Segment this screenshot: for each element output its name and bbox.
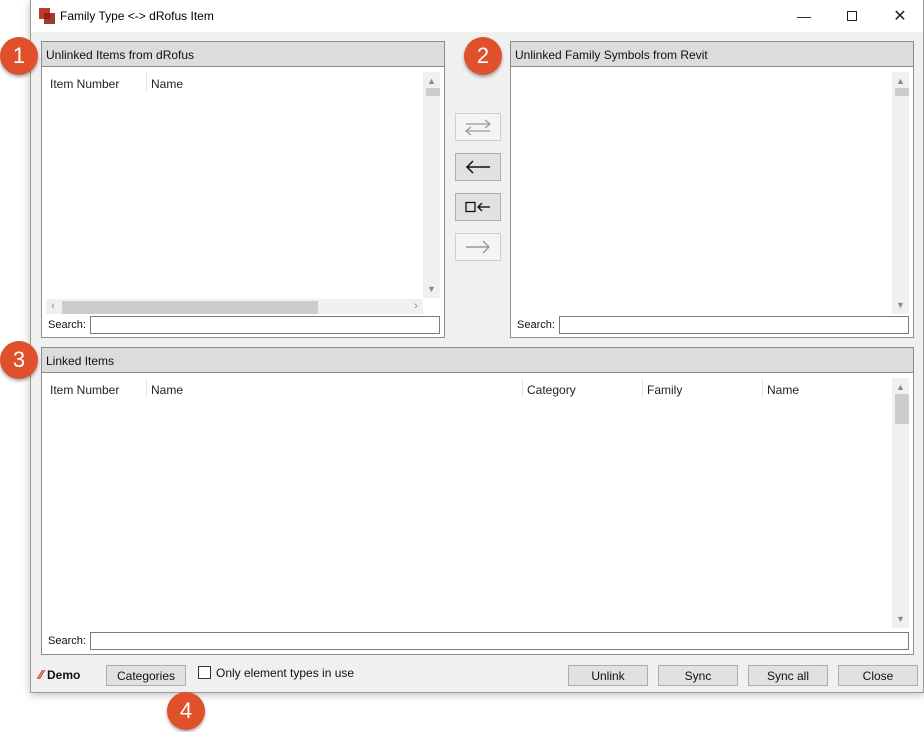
scroll-thumb[interactable]: [895, 88, 909, 96]
column-name[interactable]: Name: [146, 72, 423, 92]
panel-header: Unlinked Family Symbols from Revit: [511, 42, 913, 67]
panel-header: Unlinked Items from dRofus: [42, 42, 444, 67]
column-headers: Item Number Name: [46, 72, 423, 92]
sync-all-button[interactable]: Sync all: [748, 665, 828, 686]
link-left-button[interactable]: [455, 153, 501, 181]
dialog-window: Family Type <-> dRofus Item — ✕ Unlinked…: [30, 0, 924, 693]
scroll-thumb[interactable]: [426, 88, 440, 96]
vertical-scrollbar[interactable]: ▲ ▼: [423, 72, 440, 298]
column-family-name[interactable]: Name: [762, 378, 882, 398]
drofus-logo-icon: ⁄⁄: [39, 668, 44, 682]
callout-badge-1: 1: [0, 37, 38, 75]
maximize-icon: [847, 11, 857, 21]
minimize-button[interactable]: —: [781, 0, 827, 32]
unlinked-drofus-panel: Unlinked Items from dRofus Item Number N…: [41, 41, 445, 338]
swap-link-button[interactable]: [455, 113, 501, 141]
arrow-left-icon: [465, 160, 490, 174]
window-title: Family Type <-> dRofus Item: [60, 9, 214, 23]
linked-search-input[interactable]: [90, 632, 909, 650]
scroll-thumb[interactable]: [895, 394, 909, 424]
vertical-scrollbar[interactable]: ▲ ▼: [892, 378, 909, 628]
horizontal-scrollbar[interactable]: ‹ ›: [46, 299, 423, 314]
panel-header: Linked Items: [42, 348, 913, 373]
scroll-down-icon[interactable]: ▼: [892, 612, 909, 626]
only-in-use-checkbox[interactable]: [198, 666, 211, 679]
swap-arrows-icon: [464, 119, 492, 135]
linked-items-panel: Linked Items Item Number Name Category F…: [41, 347, 914, 655]
column-item-number[interactable]: Item Number: [46, 72, 146, 92]
unlinked-revit-panel: Unlinked Family Symbols from Revit ▲ ▼ S…: [510, 41, 914, 338]
box-arrow-left-icon: [465, 201, 490, 213]
maximize-button[interactable]: [829, 0, 875, 32]
scroll-down-icon[interactable]: ▼: [892, 298, 909, 312]
close-window-button[interactable]: ✕: [877, 0, 923, 32]
vertical-scrollbar[interactable]: ▲ ▼: [892, 72, 909, 314]
close-icon: ✕: [893, 8, 907, 25]
arrow-right-icon: [466, 240, 490, 254]
unlinked-drofus-list[interactable]: [46, 91, 423, 299]
drofus-logo: ⁄⁄ Demo: [39, 668, 80, 682]
column-headers: Item Number Name Category Family Name: [46, 378, 891, 398]
callout-badge-3: 3: [0, 341, 38, 379]
scroll-right-icon[interactable]: ›: [409, 299, 423, 314]
create-link-button[interactable]: [455, 193, 501, 221]
app-icon: [39, 8, 55, 24]
column-item-number[interactable]: Item Number: [46, 378, 146, 398]
scroll-down-icon[interactable]: ▼: [423, 282, 440, 296]
linked-items-list[interactable]: [46, 397, 891, 627]
categories-button[interactable]: Categories: [106, 665, 186, 686]
sync-button[interactable]: Sync: [658, 665, 738, 686]
callout-badge-2: 2: [464, 37, 502, 75]
scroll-up-icon[interactable]: ▲: [423, 74, 440, 88]
link-right-button[interactable]: [455, 233, 501, 261]
column-category[interactable]: Category: [522, 378, 642, 398]
unlink-button[interactable]: Unlink: [568, 665, 648, 686]
close-button[interactable]: Close: [838, 665, 918, 686]
minimize-icon: —: [797, 8, 811, 24]
search-label: Search:: [48, 319, 86, 331]
callout-badge-4: 4: [167, 692, 205, 730]
drofus-search-input[interactable]: [90, 316, 440, 334]
title-bar: Family Type <-> dRofus Item — ✕: [31, 0, 923, 32]
unlinked-revit-list[interactable]: [515, 72, 892, 314]
search-label: Search:: [517, 319, 555, 331]
scroll-up-icon[interactable]: ▲: [892, 74, 909, 88]
revit-search-input[interactable]: [559, 316, 909, 334]
scroll-up-icon[interactable]: ▲: [892, 380, 909, 394]
search-label: Search:: [48, 635, 86, 647]
logo-text: Demo: [47, 668, 81, 682]
only-in-use-label[interactable]: Only element types in use: [216, 666, 354, 680]
column-name[interactable]: Name: [146, 378, 522, 398]
scroll-left-icon[interactable]: ‹: [46, 299, 60, 314]
scroll-thumb[interactable]: [62, 301, 318, 314]
column-family[interactable]: Family: [642, 378, 762, 398]
